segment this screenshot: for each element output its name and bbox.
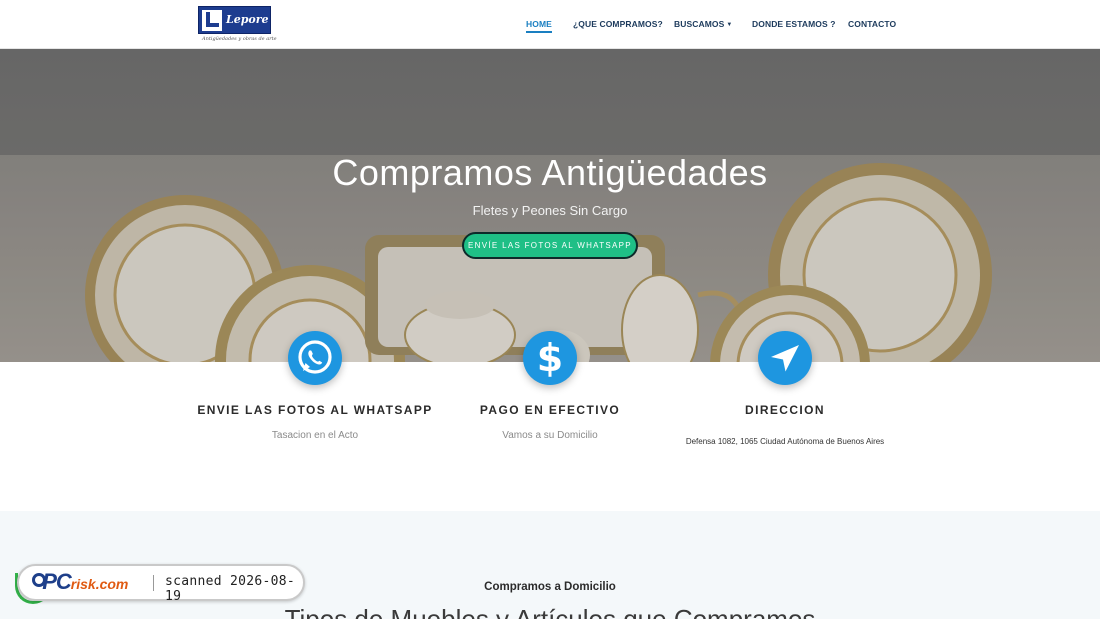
feature-text: Vamos a su Domicilio [502,430,598,441]
hero-subtitle: Fletes y Peones Sin Cargo [472,203,628,218]
feature-title: ENVIE LAS FOTOS AL WHATSAPP [197,403,433,417]
location-arrow-icon [758,331,812,385]
logo-box: Lepore [198,6,271,34]
section-title: Tipos de Muebles y Artículos que Compram… [284,604,816,619]
nav-buscamos-label: BUSCAMOS [674,19,725,29]
nav-home[interactable]: HOME [526,19,552,33]
badge-separator [153,575,154,591]
whatsapp-icon [288,331,342,385]
badge-logo-suffix: risk.com [70,576,129,592]
svg-text:$: $ [537,336,563,380]
logo-mark-icon [202,10,222,31]
badge-logo-main: PC [42,569,72,594]
hero-banner: Compramos Antigüedades Fletes y Peones S… [0,49,1100,362]
site-header: Lepore Antigüedades y obras de arte HOME… [0,0,1100,49]
feature-title: DIRECCION [745,403,825,417]
logo-tagline: Antigüedades y obras de arte [202,36,277,42]
feature-title: PAGO EN EFECTIVO [479,403,621,417]
address-text: Defensa 1082, 1065 Ciudad Autónoma de Bu… [685,437,885,446]
nav-contacto[interactable]: CONTACTO [848,19,896,29]
scan-badge: PCrisk.com scanned 2026-08-19 [17,564,305,604]
hero-title: Compramos Antigüedades [332,152,768,193]
logo-text: Lepore [226,13,269,26]
badge-scan-text: scanned 2026-08-19 [165,574,296,604]
feature-text: Tasacion en el Acto [271,430,359,441]
dollar-icon: $ [523,331,577,385]
whatsapp-cta-button[interactable]: ENVÍE LAS FOTOS AL WHATSAPP [462,232,638,259]
site-logo[interactable]: Lepore Antigüedades y obras de arte [198,6,277,44]
nav-buscamos[interactable]: BUSCAMOS ▼ [674,19,732,29]
nav-donde-estamos[interactable]: DONDE ESTAMOS ? [752,19,836,29]
nav-que-compramos[interactable]: ¿QUE COMPRAMOS? [573,19,663,29]
chevron-down-icon: ▼ [726,22,733,28]
badge-logo: PCrisk.com [32,569,128,595]
